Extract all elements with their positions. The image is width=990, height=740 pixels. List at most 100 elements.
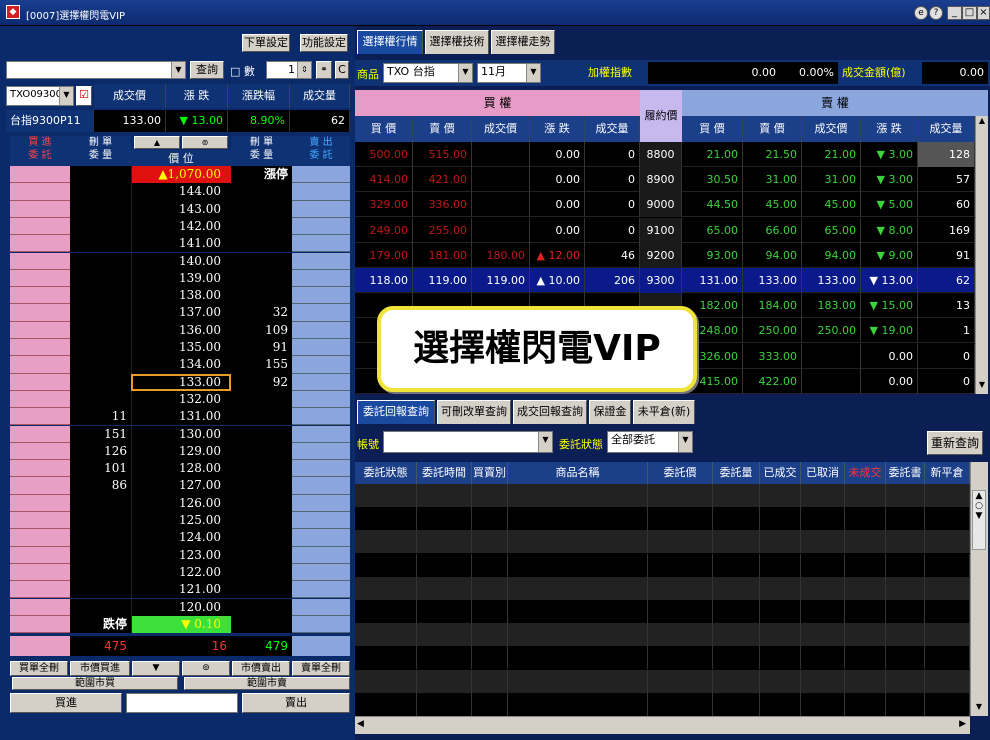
buy-order-cell[interactable] xyxy=(10,183,70,201)
sell-order-cell[interactable] xyxy=(292,339,350,357)
buy-order-cell[interactable] xyxy=(10,304,70,322)
scroll-thumb[interactable]: ▲ ○ ▼ xyxy=(972,490,986,550)
function-settings-button[interactable]: 功能設定 xyxy=(300,34,348,52)
sell-order-cell[interactable] xyxy=(292,166,350,184)
sell-order-cell[interactable] xyxy=(292,183,350,201)
e-icon[interactable]: e xyxy=(914,6,928,20)
ladder-price[interactable]: ▲1,070.00 xyxy=(131,166,231,184)
scroll-down-icon[interactable]: ▼ xyxy=(976,380,988,394)
ladder-price[interactable]: 123.00 xyxy=(131,546,231,564)
buy-order-cell[interactable] xyxy=(10,494,70,512)
ladder-price[interactable]: 143.00 xyxy=(131,200,231,218)
ladder-row[interactable]: 137.00 32 xyxy=(4,304,350,322)
chain-row[interactable]: 118.00 119.00 119.00 ▲ 10.00 206 9300 131.00 13… xyxy=(355,268,975,293)
minimize-button[interactable]: _ xyxy=(947,6,962,20)
buy-order-cell[interactable] xyxy=(10,235,70,253)
status-select[interactable]: 全部委託 ▼ xyxy=(607,431,693,453)
ladder-price[interactable]: 134.00 xyxy=(131,356,231,374)
buy-order-cell[interactable] xyxy=(10,615,70,634)
tab-margin[interactable]: 保證金 xyxy=(589,400,631,424)
symbol-search-dropdown[interactable]: ▼ xyxy=(6,61,186,79)
ladder-price[interactable]: 121.00 xyxy=(131,581,231,599)
buy-order-cell[interactable] xyxy=(10,200,70,218)
ladder-price[interactable]: 136.00 xyxy=(131,321,231,339)
buy-order-cell[interactable] xyxy=(10,425,70,443)
sell-order-cell[interactable] xyxy=(292,477,350,495)
buy-order-cell[interactable] xyxy=(10,408,70,426)
chain-row[interactable]: 414.00 421.00 0.00 0 8900 30.50 31.00 31.00 ▼ 3.… xyxy=(355,167,975,193)
scroll-down-icon[interactable]: ▼ xyxy=(971,702,987,716)
range-market-sell-button[interactable]: 範圍市賣 xyxy=(184,677,350,690)
sell-order-cell[interactable] xyxy=(292,235,350,253)
tab-option-quotes[interactable]: 選擇權行情 xyxy=(357,30,423,54)
buy-order-cell[interactable] xyxy=(10,512,70,530)
close-button[interactable]: × xyxy=(977,6,990,20)
ladder-row[interactable]: 123.00 xyxy=(4,546,350,564)
center-price-button[interactable]: ⊚ xyxy=(182,136,228,149)
ladder-price[interactable]: 138.00 xyxy=(131,287,231,305)
ladder-row[interactable]: 126 129.00 xyxy=(4,442,350,461)
order-settings-button[interactable]: 下單設定 xyxy=(242,34,290,52)
ladder-price[interactable]: 125.00 xyxy=(131,512,231,530)
buy-order-cell[interactable] xyxy=(10,252,70,270)
quantity-stepper[interactable]: 1 ⇕ xyxy=(266,61,312,79)
center-button[interactable]: ⊚ xyxy=(182,661,230,676)
buy-order-cell[interactable] xyxy=(10,356,70,374)
tab-open-positions[interactable]: 未平倉(新) xyxy=(633,400,695,424)
ladder-row[interactable]: 121.00 xyxy=(4,581,350,599)
ladder-row[interactable]: 138.00 xyxy=(4,287,350,305)
market-sell-button[interactable]: 市價賣出 xyxy=(232,661,290,676)
sell-order-cell[interactable] xyxy=(292,321,350,339)
order-row[interactable] xyxy=(355,576,970,600)
order-row[interactable] xyxy=(355,553,970,577)
scroll-right-icon[interactable]: ▶ xyxy=(959,719,966,729)
buy-order-cell[interactable] xyxy=(10,563,70,582)
sell-order-cell[interactable] xyxy=(292,546,350,564)
order-row[interactable] xyxy=(355,669,970,693)
maximize-button[interactable]: □ xyxy=(962,6,977,20)
month-select[interactable]: 11月 ▼ xyxy=(477,63,541,83)
ladder-price[interactable]: 133.00 xyxy=(131,373,231,391)
buy-order-cell[interactable] xyxy=(10,321,70,339)
ladder-row[interactable]: 126.00 xyxy=(4,494,350,512)
price-input[interactable] xyxy=(126,693,238,713)
ladder-row[interactable]: 151 130.00 xyxy=(4,425,350,443)
ladder-row[interactable]: 135.00 91 xyxy=(4,339,350,357)
buy-order-cell[interactable] xyxy=(10,598,70,616)
ladder-row[interactable]: 101 128.00 xyxy=(4,460,350,478)
order-scrollbar[interactable]: ▲ ○ ▼ ▼ xyxy=(970,462,988,716)
ladder-row[interactable]: 134.00 155 xyxy=(4,356,350,374)
sell-order-cell[interactable] xyxy=(292,252,350,270)
order-row[interactable] xyxy=(355,646,970,670)
ladder-row[interactable]: 140.00 xyxy=(4,252,350,270)
ladder-row[interactable]: 11 131.00 xyxy=(4,408,350,426)
sell-order-cell[interactable] xyxy=(292,390,350,409)
sell-order-cell[interactable] xyxy=(292,287,350,305)
account-select[interactable]: ▼ xyxy=(383,431,553,453)
buy-order-cell[interactable] xyxy=(10,546,70,564)
ladder-price[interactable]: 128.00 xyxy=(131,460,231,478)
ladder-price[interactable]: 120.00 xyxy=(131,598,231,616)
ladder-price[interactable]: 127.00 xyxy=(131,477,231,495)
sell-button[interactable]: 賣出 xyxy=(242,693,350,713)
ladder-price[interactable]: 142.00 xyxy=(131,217,231,236)
ladder-row[interactable]: 跌停 ▼ 0.10 xyxy=(4,615,350,634)
order-row[interactable] xyxy=(355,507,970,531)
ladder-price[interactable]: 131.00 xyxy=(131,408,231,426)
ladder-row[interactable]: 144.00 xyxy=(4,183,350,201)
tab-option-technical[interactable]: 選擇權技術 xyxy=(425,30,489,54)
ladder-price[interactable]: 129.00 xyxy=(131,442,231,461)
scroll-left-icon[interactable]: ◀ xyxy=(357,719,364,729)
buy-order-cell[interactable] xyxy=(10,529,70,547)
order-row[interactable] xyxy=(355,530,970,554)
chain-row[interactable]: 249.00 255.00 0.00 0 9100 65.00 66.00 65.00 ▼ 8.… xyxy=(355,217,975,243)
ladder-row[interactable]: 86 127.00 xyxy=(4,477,350,495)
sell-order-cell[interactable] xyxy=(292,425,350,443)
requery-button[interactable]: 重新查詢 xyxy=(927,431,983,455)
chain-scrollbar[interactable]: ▲ ▼ xyxy=(975,116,988,394)
market-buy-button[interactable]: 市價買進 xyxy=(70,661,130,676)
order-row[interactable] xyxy=(355,600,970,623)
ladder-row[interactable]: 141.00 xyxy=(4,235,350,253)
chain-row[interactable]: 500.00 515.00 0.00 0 8800 21.00 21.50 21.00 ▼ 3.… xyxy=(355,142,975,167)
sell-order-cell[interactable] xyxy=(292,581,350,599)
